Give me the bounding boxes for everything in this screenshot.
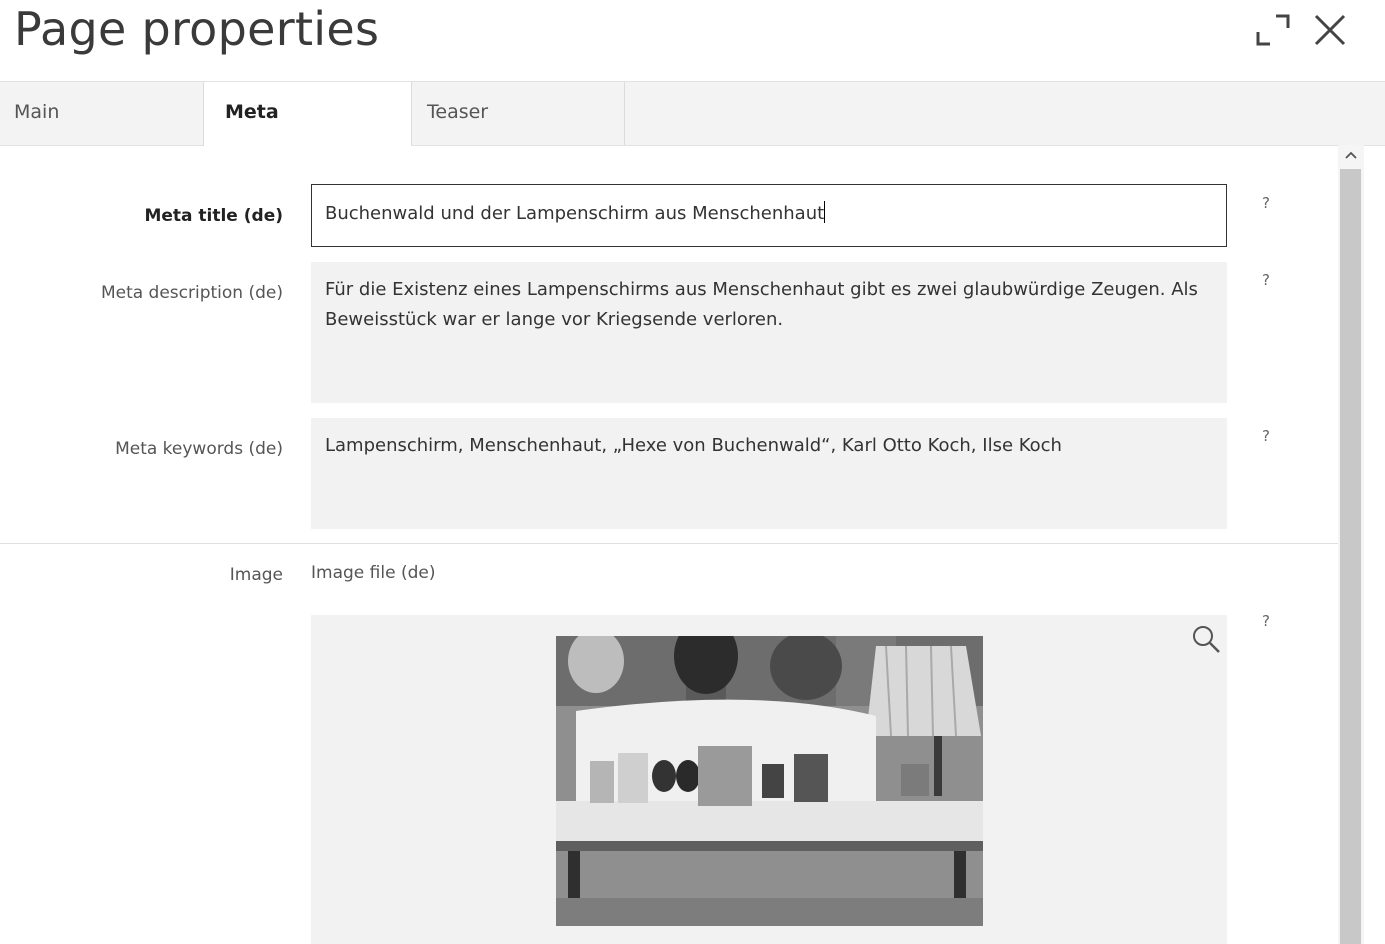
meta-title-input[interactable]: Buchenwald und der Lampenschirm aus Mens… (311, 184, 1227, 247)
zoom-icon[interactable] (1191, 624, 1221, 654)
form-content: Meta title (de) Buchenwald und der Lampe… (0, 145, 1338, 944)
image-file-label: Image file (de) (311, 563, 436, 583)
maximize-button[interactable] (1254, 12, 1290, 48)
dialog-header: Page properties (0, 0, 1385, 82)
section-divider (0, 543, 1338, 544)
page-title: Page properties (14, 2, 380, 56)
meta-description-textarea[interactable]: Für die Existenz eines Lampenschirms aus… (311, 262, 1227, 403)
maximize-icon (1256, 14, 1290, 46)
close-button[interactable] (1312, 12, 1348, 48)
image-thumbnail[interactable] (556, 636, 983, 926)
close-icon (1314, 14, 1346, 46)
meta-title-value: Buchenwald und der Lampenschirm aus Mens… (325, 203, 825, 224)
image-help-button[interactable]: ? (1259, 612, 1273, 630)
tab-bar: Main Meta Teaser (0, 81, 1385, 146)
meta-keywords-textarea[interactable]: Lampenschirm, Menschenhaut, „Hexe von Bu… (311, 418, 1227, 529)
tab-main[interactable]: Main (0, 82, 209, 145)
meta-keywords-label: Meta keywords (de) (115, 439, 283, 459)
image-preview-area[interactable] (311, 615, 1227, 944)
tab-teaser[interactable]: Teaser (413, 82, 625, 145)
image-label: Image (229, 565, 283, 585)
meta-description-help-button[interactable]: ? (1259, 271, 1273, 289)
meta-keywords-help-button[interactable]: ? (1259, 427, 1273, 445)
scroll-up-button[interactable] (1338, 145, 1364, 167)
chevron-up-icon (1345, 151, 1357, 159)
meta-description-label: Meta description (de) (100, 283, 283, 303)
tab-meta[interactable]: Meta (203, 82, 412, 146)
meta-title-help-button[interactable]: ? (1259, 194, 1273, 212)
text-caret (824, 201, 826, 223)
vertical-scrollbar[interactable] (1338, 145, 1364, 944)
scroll-thumb[interactable] (1340, 169, 1361, 944)
meta-title-label: Meta title (de) (144, 206, 283, 226)
